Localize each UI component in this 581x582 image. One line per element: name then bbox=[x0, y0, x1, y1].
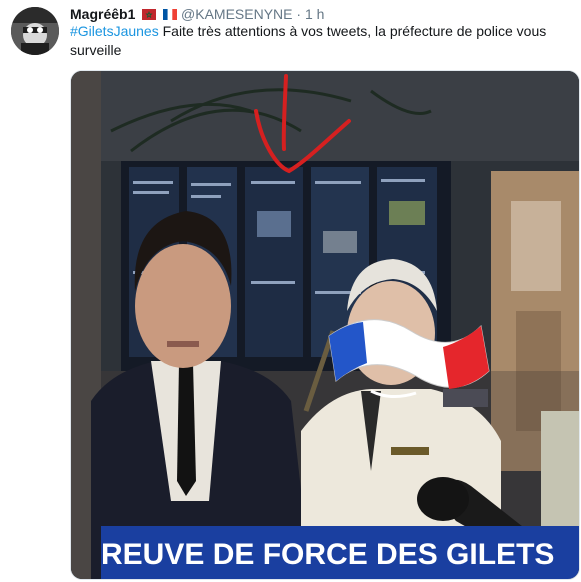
news-banner: REUVE DE FORCE DES GILETS bbox=[101, 526, 579, 579]
banner-text: REUVE DE FORCE DES GILETS bbox=[101, 538, 554, 571]
tweet-header: Magréêb1 @KAMESENYNE · 1 h bbox=[70, 4, 573, 24]
avatar-image bbox=[11, 7, 59, 55]
tweet-text: #GiletsJaunes Faite très attentions à vo… bbox=[70, 22, 560, 60]
hashtag-link[interactable]: #GiletsJaunes bbox=[70, 23, 159, 39]
tv-photo: REUVE DE FORCE DES GILETS bbox=[71, 71, 579, 579]
user-handle[interactable]: @KAMESENYNE bbox=[181, 6, 292, 22]
meta-separator: · bbox=[296, 6, 302, 22]
user-avatar[interactable] bbox=[11, 7, 59, 55]
display-name[interactable]: Magréêb1 bbox=[70, 6, 135, 22]
tweet-timestamp[interactable]: 1 h bbox=[305, 6, 324, 22]
morocco-flag-icon bbox=[142, 9, 157, 20]
france-flag-icon bbox=[163, 9, 178, 20]
tweet-card[interactable]: Magréêb1 @KAMESENYNE · 1 h #GiletsJaunes… bbox=[0, 0, 581, 582]
tweet-media[interactable]: REUVE DE FORCE DES GILETS bbox=[70, 70, 580, 580]
